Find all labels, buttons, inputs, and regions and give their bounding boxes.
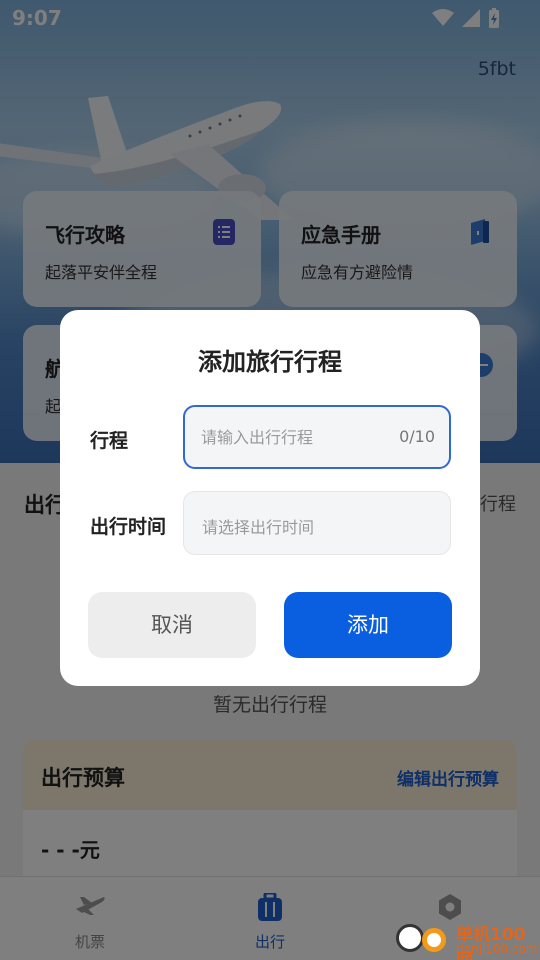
site-watermark: 单机100网 danji100.com [396, 918, 540, 960]
travel-time-placeholder: 请选择出行时间 [202, 518, 315, 537]
dialog-title: 添加旅行行程 [198, 348, 342, 376]
travel-time-picker[interactable]: 请选择出行时间 [183, 491, 451, 555]
trip-label: 行程 [90, 430, 129, 452]
trip-input[interactable] [201, 407, 381, 467]
cancel-button[interactable]: 取消 [88, 592, 256, 658]
watermark-url: danji100.com [456, 942, 538, 956]
add-button[interactable]: 添加 [284, 592, 452, 658]
watermark-logo-icon [396, 924, 424, 952]
char-counter: 0/10 [399, 427, 435, 446]
watermark-ring-icon [422, 928, 446, 952]
trip-input-box: 0/10 [183, 405, 451, 469]
travel-time-label: 出行时间 [90, 516, 167, 538]
add-trip-dialog: 添加旅行行程 行程 0/10 出行时间 请选择出行时间 取消 添加 [60, 310, 480, 686]
